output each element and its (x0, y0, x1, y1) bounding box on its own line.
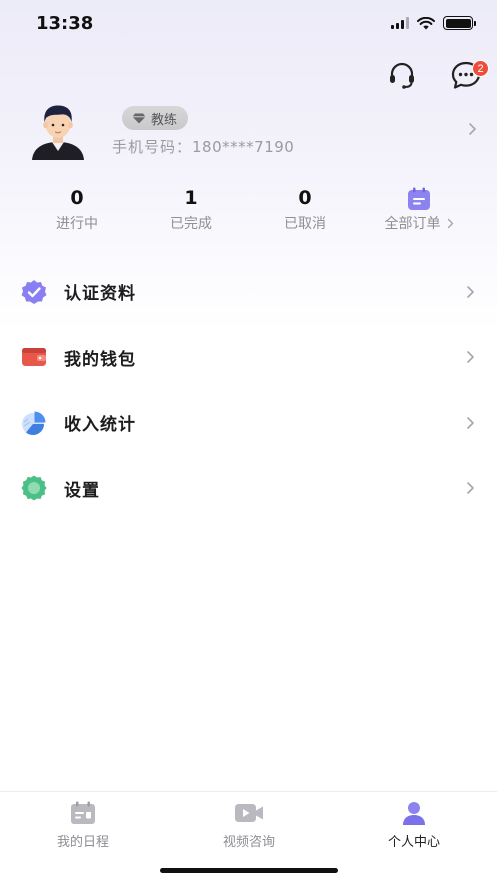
cellular-signal-icon (391, 17, 409, 29)
tab-personal-center[interactable]: 个人中心 (354, 800, 474, 850)
avatar (32, 105, 84, 160)
gear-icon (21, 475, 47, 501)
wifi-icon (417, 16, 435, 29)
tab-label: 我的日程 (56, 835, 109, 850)
menu-item-settings[interactable]: 设置 (0, 456, 497, 522)
calendar-icon (71, 801, 95, 824)
all-orders-label: 全部订单 (384, 216, 441, 232)
phone-number: 手机号码：180****7190 (112, 136, 294, 157)
role-tag-label: 教练 (151, 112, 178, 128)
menu-label: 认证资料 (64, 284, 136, 305)
chevron-right-icon (467, 285, 474, 298)
stat-cancelled[interactable]: 0 已取消 (250, 186, 360, 233)
menu-label: 我的钱包 (64, 349, 136, 370)
status-bar: 13:38 (0, 0, 497, 48)
stat-label: 已完成 (170, 216, 212, 232)
stat-count: 1 (184, 187, 198, 209)
tab-label: 个人中心 (387, 835, 440, 850)
stat-count: 0 (70, 187, 84, 209)
chevron-right-icon (467, 416, 474, 429)
menu-item-income-stats[interactable]: 收入统计 (0, 390, 497, 456)
home-indicator (160, 868, 338, 873)
status-icons (391, 16, 476, 30)
menu-item-certification[interactable]: 认证资料 (0, 259, 497, 325)
tab-label: 视频咨询 (222, 835, 275, 850)
status-time: 13:38 (36, 13, 94, 34)
pie-chart-icon (22, 411, 46, 435)
chevron-right-icon (447, 218, 453, 228)
phone-value: 180****7190 (192, 138, 295, 156)
order-stats: 0 进行中 1 已完成 0 已取消 全部订单 (22, 186, 477, 236)
tab-video-consult[interactable]: 视频咨询 (189, 800, 309, 850)
video-icon (235, 804, 263, 822)
stat-label: 已取消 (284, 216, 326, 232)
battery-icon (443, 16, 476, 30)
stat-in-progress[interactable]: 0 进行中 (22, 186, 132, 233)
tab-my-schedule[interactable]: 我的日程 (23, 800, 143, 850)
verified-badge-icon (21, 279, 47, 304)
message-count-badge: 2 (472, 60, 489, 77)
customer-service-button[interactable] (385, 58, 419, 92)
headset-icon (390, 62, 414, 89)
role-badge: 教练 (122, 106, 189, 130)
menu-item-wallet[interactable]: 我的钱包 (0, 325, 497, 391)
messages-button[interactable]: 2 (449, 58, 489, 92)
stat-label: 进行中 (56, 216, 98, 232)
diamond-icon (132, 113, 146, 123)
stat-count: 0 (298, 187, 312, 209)
phone-label: 手机号码： (112, 138, 193, 156)
wallet-icon (22, 348, 46, 367)
stat-completed[interactable]: 1 已完成 (136, 186, 246, 233)
all-orders-button[interactable]: 全部订单 (364, 186, 474, 233)
profile-card[interactable]: 教练 手机号码：180****7190 (0, 100, 497, 162)
menu-label: 设置 (64, 480, 100, 501)
chevron-right-icon (467, 351, 474, 364)
chevron-right-icon (467, 482, 474, 495)
person-icon (403, 802, 425, 825)
header-actions: 2 (385, 58, 489, 92)
order-list-icon (408, 187, 430, 210)
menu-list: 认证资料 我的钱包 收入统计 设置 (0, 259, 497, 521)
menu-label: 收入统计 (64, 415, 136, 436)
chevron-right-icon (469, 123, 476, 135)
